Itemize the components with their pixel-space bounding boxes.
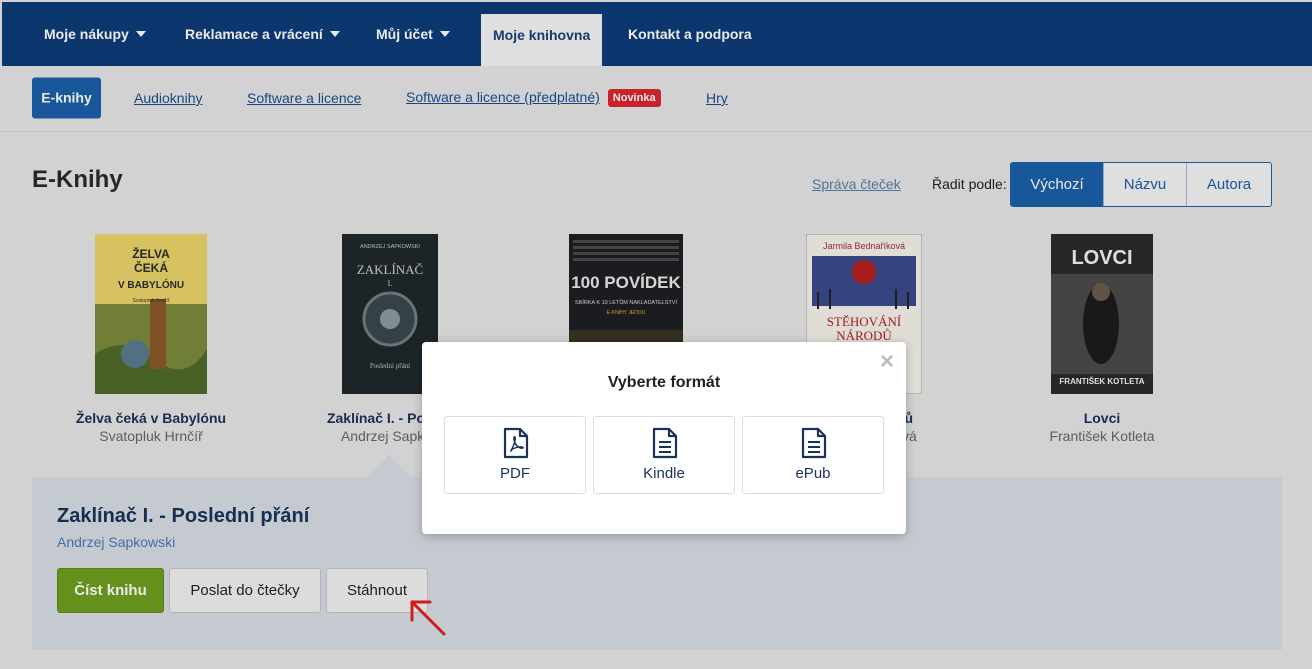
cover-text: ZAKLÍNAČ [357, 262, 423, 277]
sort-default-button[interactable]: Výchozí [1011, 163, 1104, 206]
nav-item-returns[interactable]: Reklamace a vrácení [185, 2, 340, 66]
caret-down-icon [329, 31, 340, 37]
send-to-reader-button[interactable]: Poslat do čtečky [169, 568, 321, 613]
book-cover[interactable]: LOVCI FRANTIŠEK KOTLETA [1051, 234, 1153, 394]
cover-text: NÁRODŮ [836, 328, 892, 343]
cover-text: SBÍRKA K 10 LETŮM NAKLADATELSTVÍ [575, 299, 677, 306]
cover-text: Poslední přání [370, 362, 410, 370]
nav-item-label: Můj účet [376, 26, 433, 42]
page-title: E-Knihy [32, 166, 123, 193]
tab-games[interactable]: Hry [706, 90, 728, 106]
library-tabs: E-knihy Audioknihy Software a licence So… [2, 66, 1312, 132]
nav-item-library[interactable]: Moje knihovna [481, 14, 603, 66]
cover-text: STĚHOVÁNÍ [827, 314, 901, 329]
book-card[interactable]: ŽELVA ČEKÁ V BABYLÓNU Svatopluk Hrnčíř Ž… [72, 234, 230, 444]
cover-text: FRANTIŠEK KOTLETA [1059, 377, 1144, 386]
modal-title: Vyberte formát [607, 374, 721, 391]
detail-pointer [367, 455, 411, 477]
tab-software[interactable]: Software a licence [247, 90, 361, 106]
top-navigation: Moje nákupy Reklamace a vrácení Můj účet… [2, 2, 1312, 66]
book-card[interactable]: LOVCI FRANTIŠEK KOTLETA Lovci František … [1040, 234, 1164, 444]
nav-item-purchases[interactable]: Moje nákupy [44, 2, 146, 66]
format-modal: × Vyberte formát PDF Kindle ePub [422, 342, 906, 534]
book-title: Želva čeká v Babylónu [75, 410, 227, 426]
sort-name-button[interactable]: Názvu [1104, 163, 1187, 206]
format-label: Kindle [643, 465, 685, 482]
book-cover[interactable]: ŽELVA ČEKÁ V BABYLÓNU Svatopluk Hrnčíř [95, 234, 207, 394]
tab-ebooks[interactable]: E-knihy [32, 77, 101, 119]
format-label: PDF [500, 465, 530, 482]
pdf-file-icon [503, 427, 529, 459]
close-icon[interactable]: × [880, 348, 894, 376]
tab-audiobooks[interactable]: Audioknihy [134, 90, 203, 106]
nav-item-label: Reklamace a vrácení [185, 26, 323, 42]
cover-text: ŽELVA [132, 246, 170, 261]
format-label: ePub [795, 465, 831, 482]
book-title: Lovci [1083, 410, 1121, 426]
nav-item-label: Moje nákupy [44, 26, 129, 42]
annotation-arrow-icon [410, 600, 446, 636]
cover-text: 100 POVÍDEK [571, 273, 681, 292]
nav-item-account[interactable]: Můj účet [376, 2, 450, 66]
cover-text: Svatopluk Hrnčíř [133, 298, 170, 304]
book-author: František Kotleta [1049, 428, 1155, 444]
document-file-icon [801, 427, 827, 459]
document-file-icon [652, 427, 678, 459]
manage-readers-link[interactable]: Správa čteček [812, 176, 901, 192]
detail-title: Zaklínač I. - Poslední přání [57, 505, 310, 527]
format-pdf-button[interactable]: PDF [444, 416, 586, 494]
detail-author[interactable]: Andrzej Sapkowski [57, 534, 175, 550]
sort-author-button[interactable]: Autora [1187, 163, 1271, 206]
new-badge: Novinka [607, 89, 661, 107]
caret-down-icon [135, 31, 146, 37]
book-author: Svatopluk Hrnčíř [99, 428, 203, 444]
cover-text: Jarmila Bednaříková [823, 241, 905, 251]
cover-text: V BABYLÓNU [118, 278, 184, 291]
nav-item-contact[interactable]: Kontakt a podpora [628, 2, 752, 66]
read-book-button[interactable]: Číst knihu [57, 568, 164, 613]
cover-text: ČEKÁ [134, 260, 168, 275]
cover-text: LOVCI [1071, 247, 1132, 269]
nav-item-label: Kontakt a podpora [628, 26, 752, 42]
format-epub-button[interactable]: ePub [742, 416, 884, 494]
cover-text: ANDRZEJ SAPKOWSKI [360, 244, 420, 250]
cover-text: I. [388, 279, 393, 288]
sort-toggle-group: Výchozí Názvu Autora [1010, 162, 1272, 207]
sort-label: Řadit podle: [932, 176, 1007, 192]
tab-label: Software a licence (předplatné) [406, 89, 600, 105]
format-kindle-button[interactable]: Kindle [593, 416, 735, 494]
nav-item-label: Moje knihovna [493, 27, 591, 43]
caret-down-icon [439, 31, 450, 37]
tab-software-subscription[interactable]: Software a licence (předplatné) Novinka [406, 89, 661, 107]
cover-text: E-KNIHY JEDOU [607, 310, 646, 316]
